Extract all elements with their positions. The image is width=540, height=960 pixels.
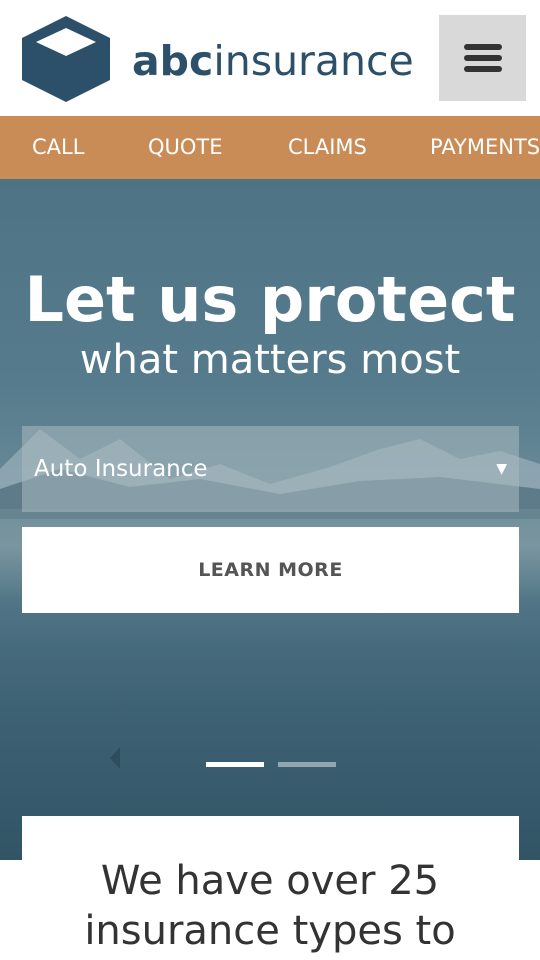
learn-more-button[interactable]: LEARN MORE: [22, 527, 519, 613]
nav-call[interactable]: CALL: [32, 116, 84, 179]
content-card: [22, 816, 519, 860]
cube-logo-icon[interactable]: [20, 14, 112, 104]
section-heading-line-1: We have over 25: [100, 858, 440, 904]
nav-claims[interactable]: CLAIMS: [288, 116, 367, 179]
nav-payments[interactable]: PAYMENTS: [430, 116, 540, 179]
menu-button[interactable]: [439, 15, 526, 101]
section-heading-line-2: insurance types to: [84, 908, 456, 954]
hero-headline: Let us protect: [24, 263, 516, 336]
brand-name-bold: abc: [132, 37, 214, 85]
insurance-type-value: Auto Insurance: [34, 456, 208, 482]
chevron-left-icon[interactable]: [108, 745, 122, 771]
brand-wordmark[interactable]: abcinsurance: [132, 36, 414, 86]
carousel-dot-2[interactable]: [278, 762, 336, 767]
section-heading: We have over 25 insurance types to: [0, 856, 540, 956]
top-nav: CALL QUOTE CLAIMS PAYMENTS: [0, 116, 540, 179]
hamburger-menu-icon: [463, 39, 502, 77]
dropdown-caret-icon: ▼: [496, 461, 507, 477]
site-header: abcinsurance: [0, 0, 540, 116]
hero-subline: what matters most: [79, 337, 461, 383]
brand-name-light: insurance: [213, 37, 414, 85]
carousel-dot-1[interactable]: [206, 762, 264, 767]
nav-quote[interactable]: QUOTE: [148, 116, 223, 179]
insurance-type-select[interactable]: Auto Insurance ▼: [22, 426, 519, 512]
hero-banner: Let us protect what matters most Auto In…: [0, 179, 540, 860]
